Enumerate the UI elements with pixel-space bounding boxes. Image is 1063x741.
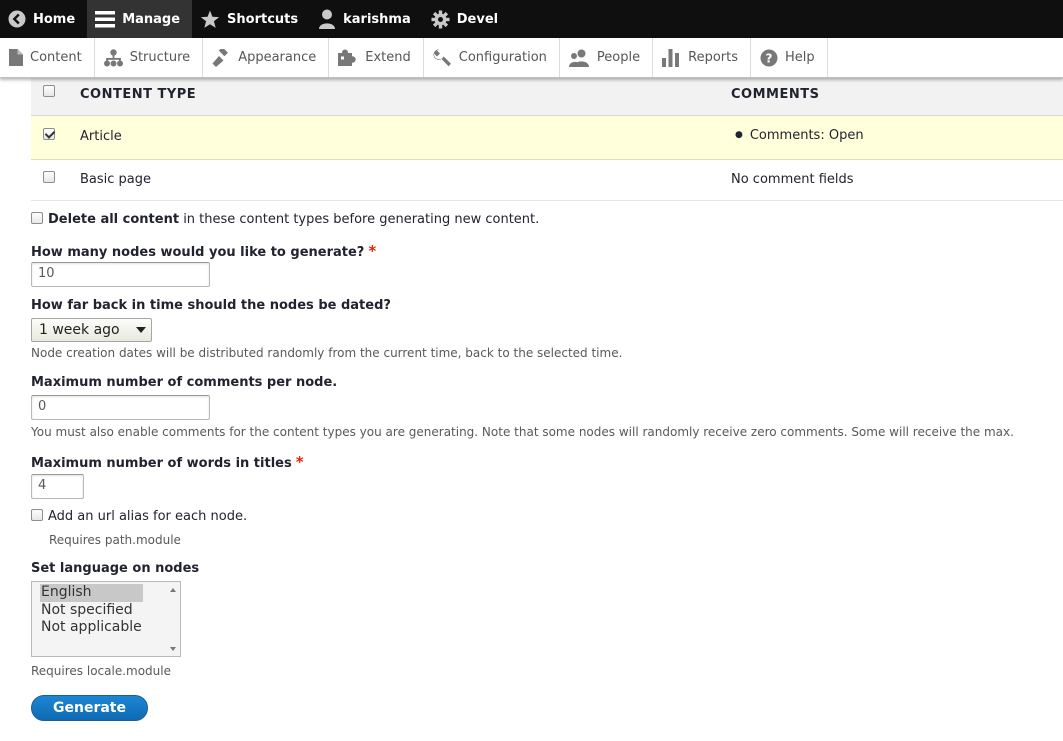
toolbar-item-label: Shortcuts — [227, 11, 299, 27]
chevron-down-icon — [136, 327, 146, 333]
svg-text:?: ? — [766, 51, 773, 65]
menu-item-help[interactable]: ? Help — [751, 38, 828, 77]
menu-item-people[interactable]: People — [560, 38, 654, 77]
hamburger-menu-icon — [95, 10, 116, 28]
bar-chart-icon — [662, 48, 681, 67]
header-comments: COMMENTS — [731, 87, 820, 102]
add-alias-checkbox[interactable] — [31, 509, 43, 525]
max-comments-input[interactable]: 0 — [31, 395, 210, 420]
toolbar-shortcuts-tab[interactable]: Shortcuts — [192, 0, 310, 38]
file-icon — [9, 49, 23, 66]
menu-item-content[interactable]: Content — [0, 38, 95, 77]
add-alias-description: Requires path.module — [49, 533, 181, 547]
num-nodes-label: How many nodes would you like to generat… — [31, 242, 377, 260]
time-range-description: Node creation dates will be distributed … — [31, 346, 623, 360]
menu-item-label: Help — [785, 50, 815, 65]
language-option[interactable]: English — [40, 584, 143, 602]
table-row[interactable]: Basic page No comment fields — [31, 160, 1063, 201]
content-types-table: CONTENT TYPE COMMENTS Article ● Comments:… — [31, 78, 1063, 201]
max-comments-description: You must also enable comments for the co… — [31, 425, 1014, 439]
sitemap-icon — [103, 48, 123, 67]
header-content-type: CONTENT TYPE — [80, 87, 197, 102]
menu-item-appearance[interactable]: Appearance — [203, 38, 330, 77]
menu-item-label: Configuration — [458, 50, 547, 65]
menu-item-label: Extend — [365, 50, 411, 65]
time-range-select[interactable]: 1 week ago — [31, 318, 152, 342]
people-icon — [568, 49, 590, 67]
add-alias-label: Add an url alias for each node. — [48, 509, 248, 524]
scroll-down-arrow-icon[interactable] — [170, 647, 176, 651]
required-marker: * — [295, 453, 304, 471]
toolbar-item-label: Manage — [122, 11, 181, 27]
toolbar-item-label: karishma — [343, 11, 411, 27]
row-checkbox[interactable] — [43, 128, 56, 141]
comments-status: ● Comments: Open — [735, 128, 864, 143]
help-icon: ? — [760, 49, 778, 67]
table-header: CONTENT TYPE COMMENTS — [31, 78, 1063, 116]
user-icon — [318, 9, 336, 29]
toolbar-manage-tab[interactable]: Manage — [87, 0, 193, 38]
toolbar-item-label: Home — [33, 11, 76, 27]
max-comments-label: Maximum number of comments per node. — [31, 375, 338, 390]
menu-item-label: Appearance — [238, 50, 317, 65]
menu-item-label: Content — [30, 50, 82, 65]
time-range-label: How far back in time should the nodes be… — [31, 298, 391, 313]
required-marker: * — [368, 242, 377, 260]
menu-item-label: Reports — [688, 50, 738, 65]
admin-menu-tray: Content Structure Appearance Extend Conf… — [0, 38, 1063, 78]
listbox-scrollbar[interactable] — [166, 582, 180, 656]
gear-icon — [431, 9, 450, 29]
table-row[interactable]: Article ● Comments: Open — [31, 116, 1063, 160]
row-checkbox[interactable] — [43, 171, 56, 184]
language-multiselect[interactable]: English Not specified Not applicable — [31, 581, 181, 657]
scroll-up-arrow-icon[interactable] — [170, 588, 176, 592]
menu-item-reports[interactable]: Reports — [653, 38, 751, 77]
generate-button[interactable]: Generate — [31, 695, 148, 721]
wrench-icon — [433, 48, 452, 67]
select-all-checkbox[interactable] — [43, 85, 56, 98]
admin-toolbar: Home Manage Shortcuts karishma Devel — [0, 0, 1063, 38]
menu-item-configuration[interactable]: Configuration — [424, 38, 560, 77]
content-type-name: Basic page — [80, 172, 152, 187]
delete-all-checkbox[interactable] — [31, 212, 43, 228]
menu-item-label: Structure — [129, 50, 191, 65]
paintbrush-icon — [212, 48, 231, 67]
back-arrow-circle-icon — [8, 10, 26, 28]
toolbar-devel-tab[interactable]: Devel — [423, 0, 510, 38]
title-length-input[interactable]: 4 — [31, 474, 84, 499]
language-label: Set language on nodes — [31, 561, 200, 576]
menu-item-label: People — [596, 50, 641, 65]
title-length-label: Maximum number of words in titles * — [31, 453, 304, 471]
delete-all-label: Delete all content in these content type… — [48, 212, 540, 227]
toolbar-user-tab[interactable]: karishma — [310, 0, 423, 38]
menu-item-structure[interactable]: Structure — [95, 38, 204, 77]
content-type-name: Article — [80, 129, 122, 144]
select-value: 1 week ago — [39, 322, 120, 338]
language-description: Requires locale.module — [31, 664, 171, 678]
language-option[interactable]: Not specified — [40, 602, 143, 620]
puzzle-icon — [338, 49, 358, 67]
toolbar-item-label: Devel — [456, 11, 499, 27]
language-option[interactable]: Not applicable — [40, 619, 143, 637]
toolbar-home-link[interactable]: Home — [0, 0, 87, 38]
menu-item-extend[interactable]: Extend — [329, 38, 424, 77]
comments-status: No comment fields — [731, 172, 854, 187]
num-nodes-input[interactable]: 10 — [31, 262, 210, 287]
star-icon — [200, 10, 220, 29]
